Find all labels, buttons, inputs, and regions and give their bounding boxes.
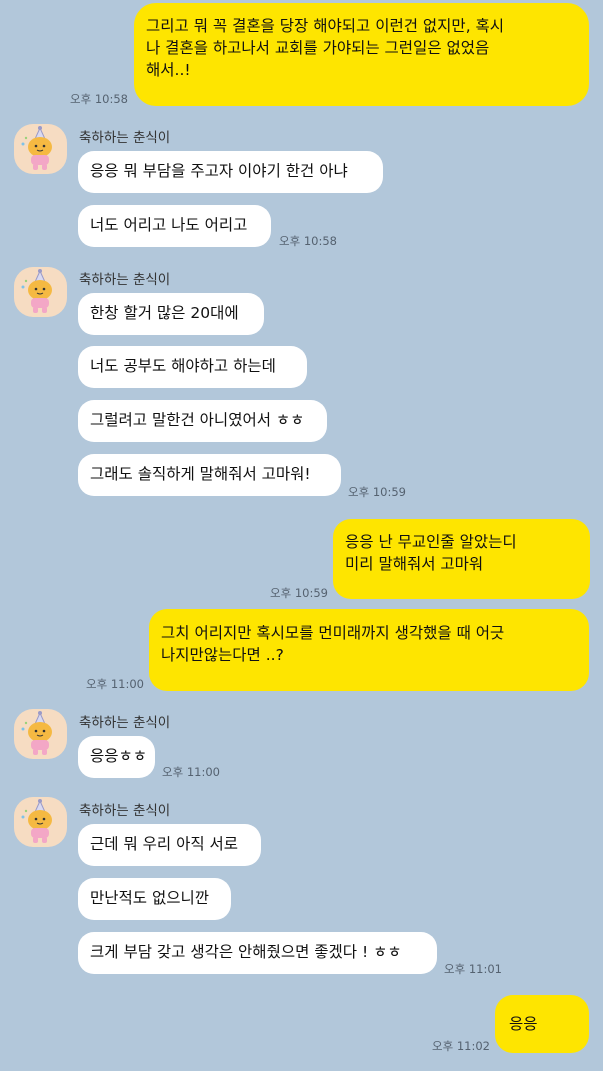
message-timestamp: 오후 10:59 [348,485,406,499]
received-message-bubble[interactable]: 근데 뭐 우리 아직 서로 [78,824,261,866]
chunsik-party-hat-icon [21,269,52,313]
received-message-bubble[interactable]: 크게 부담 갖고 생각은 안해줬으면 좋겠다 ! ㅎㅎ [78,932,437,974]
message-line: 나지만않는다면 ..? [161,646,284,664]
profile-avatar[interactable] [14,797,67,847]
sent-message-bubble[interactable]: 그리고 뭐 꼭 결혼을 당장 해야되고 이런건 없지만, 혹시 나 결혼을 하고… [134,3,589,106]
message-timestamp: 오후 11:00 [86,677,144,691]
sender-name: 축하하는 춘식이 [79,130,171,146]
received-message-bubble[interactable]: 응응 뭐 부담을 주고자 이야기 한건 아냐 [78,151,383,193]
message-line: 그리고 뭐 꼭 결혼을 당장 해야되고 이런건 없지만, 혹시 [146,17,505,35]
message-timestamp: 오후 11:00 [162,765,220,779]
received-message-bubble[interactable]: 한창 할거 많은 20대에 [78,293,264,335]
message-line: 미리 말해줘서 고마워 [345,555,484,573]
sender-name: 축하하는 춘식이 [79,272,171,288]
profile-avatar[interactable] [14,267,67,317]
message-timestamp: 오후 11:01 [444,962,502,976]
received-message-bubble[interactable]: 응응ㅎㅎ [78,736,155,778]
message-timestamp: 오후 10:59 [270,586,328,600]
message-line: 그치 어리지만 혹시모를 먼미래까지 생각했을 때 어긋 [161,624,505,642]
profile-avatar[interactable] [14,124,67,174]
message-timestamp: 오후 10:58 [70,92,128,106]
message-timestamp: 오후 10:58 [279,234,337,248]
received-message-bubble[interactable]: 만난적도 없으니깐 [78,878,231,920]
chunsik-party-hat-icon [21,126,52,170]
chunsik-party-hat-icon [21,799,52,843]
profile-avatar[interactable] [14,709,67,759]
message-timestamp: 오후 11:02 [432,1039,490,1053]
message-line: 나 결혼을 하고나서 교회를 가야되는 그런일은 없었음 [146,39,490,57]
sent-message-bubble[interactable]: 그치 어리지만 혹시모를 먼미래까지 생각했을 때 어긋 나지만않는다면 ..? [149,609,589,691]
sender-name: 축하하는 춘식이 [79,803,171,819]
received-message-bubble[interactable]: 그래도 솔직하게 말해줘서 고마워! [78,454,341,496]
sent-message-bubble[interactable]: 응응 난 무교인줄 알았는디 미리 말해줘서 고마워 [333,519,590,599]
message-line: 응응 난 무교인줄 알았는디 [345,533,517,551]
sent-message-bubble[interactable]: 응응 [495,995,589,1053]
received-message-bubble[interactable]: 너도 공부도 해야하고 하는데 [78,346,307,388]
received-message-bubble[interactable]: 그럴려고 말한건 아니였어서 ㅎㅎ [78,400,327,442]
chunsik-party-hat-icon [21,711,52,755]
sender-name: 축하하는 춘식이 [79,715,171,731]
received-message-bubble[interactable]: 너도 어리고 나도 어리고 [78,205,271,247]
message-line: 해서..! [146,61,191,79]
